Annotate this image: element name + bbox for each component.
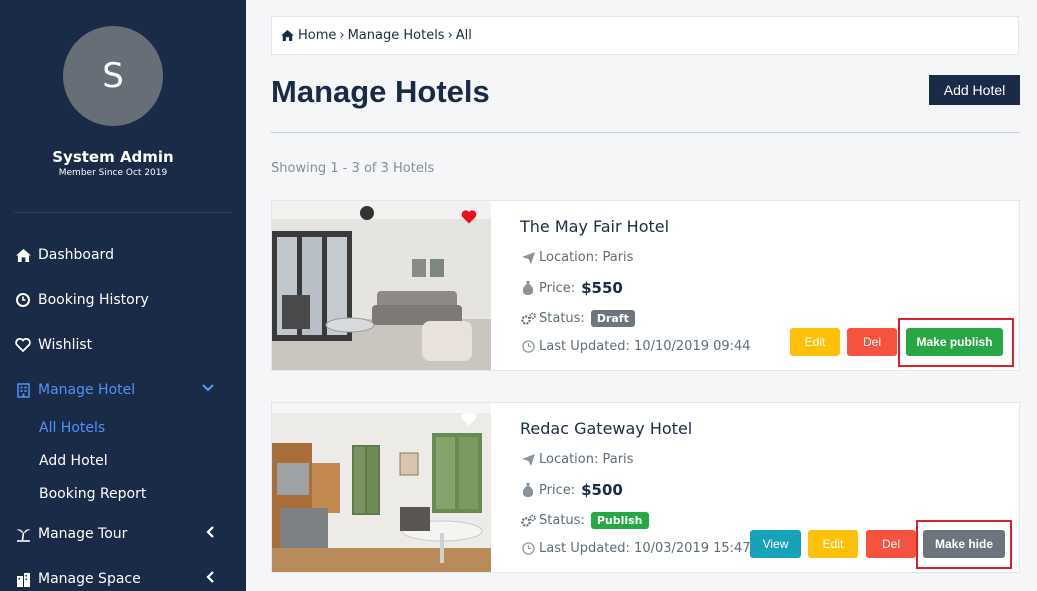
paper-plane-icon (520, 453, 536, 466)
gears-icon (520, 514, 536, 528)
breadcrumb: Home › Manage Hotels › All (271, 16, 1019, 55)
submenu-add-hotel[interactable]: Add Hotel (39, 453, 108, 469)
updated-text: Last Updated: 10/03/2019 15:47 (539, 541, 751, 556)
heart-filled-icon[interactable] (461, 209, 477, 228)
home-icon (14, 248, 32, 262)
edit-button[interactable]: Edit (808, 530, 858, 558)
money-bag-icon (520, 483, 536, 497)
sidebar-item-dashboard[interactable]: Dashboard (14, 244, 114, 266)
price-value: $550 (581, 279, 623, 297)
delete-button[interactable]: Del (866, 530, 916, 558)
breadcrumb-home[interactable]: Home (298, 28, 336, 43)
highlight-box (916, 520, 1012, 569)
clock-icon (520, 340, 536, 353)
home-icon (281, 30, 294, 41)
price-label: Price: (539, 482, 576, 498)
delete-button[interactable]: Del (847, 328, 897, 356)
breadcrumb-separator: › (339, 28, 345, 43)
palm-tree-icon (14, 527, 32, 542)
location-text: Location: Paris (539, 452, 634, 467)
price-value: $500 (581, 481, 623, 499)
sidebar: S System Admin Member Since Oct 2019 Das… (0, 0, 246, 591)
title-divider (271, 132, 1020, 133)
chevron-left-icon[interactable] (206, 526, 214, 542)
city-icon (14, 572, 32, 587)
sidebar-item-label: Booking History (38, 292, 149, 308)
clock-icon (520, 542, 536, 555)
hotel-card: Redac Gateway Hotel Location: Paris Pric… (271, 402, 1020, 573)
breadcrumb-manage-hotels[interactable]: Manage Hotels (348, 28, 445, 43)
sidebar-item-label: Manage Space (38, 571, 141, 587)
hotel-price: Price: $500 (520, 481, 623, 499)
status-badge: Publish (590, 512, 649, 529)
member-since: Member Since Oct 2019 (58, 168, 168, 178)
location-text: Location: Paris (539, 250, 634, 265)
paper-plane-icon (520, 251, 536, 264)
chevron-down-icon[interactable] (202, 381, 214, 396)
updated-text: Last Updated: 10/10/2019 09:44 (539, 339, 751, 354)
sidebar-item-label: Manage Tour (38, 526, 128, 542)
building-icon (14, 382, 32, 398)
price-label: Price: (539, 280, 576, 296)
sidebar-item-manage-tour[interactable]: Manage Tour (14, 523, 127, 545)
edit-button[interactable]: Edit (790, 328, 840, 356)
heart-outline-icon[interactable] (461, 411, 477, 430)
highlight-box (898, 318, 1014, 367)
sidebar-item-wishlist[interactable]: Wishlist (14, 334, 92, 356)
status-label: Status: (539, 513, 585, 528)
add-hotel-button[interactable]: Add Hotel (929, 75, 1020, 105)
sidebar-item-label: Wishlist (38, 337, 93, 353)
gears-icon (520, 312, 536, 326)
hotel-status: Status: Publish (520, 512, 649, 529)
sidebar-item-booking-history[interactable]: Booking History (14, 289, 149, 311)
clock-icon (14, 293, 32, 307)
hotel-name[interactable]: The May Fair Hotel (520, 217, 669, 236)
avatar: S (63, 26, 163, 126)
hotel-card: The May Fair Hotel Location: Paris Price… (271, 200, 1020, 371)
breadcrumb-current: All (455, 28, 472, 43)
results-count: Showing 1 - 3 of 3 Hotels (271, 161, 435, 176)
hotel-location: Location: Paris (520, 250, 633, 265)
hotel-price: Price: $550 (520, 279, 623, 297)
hotel-updated: Last Updated: 10/10/2019 09:44 (520, 339, 751, 354)
hotel-updated: Last Updated: 10/03/2019 15:47 (520, 541, 751, 556)
breadcrumb-separator: › (447, 28, 453, 43)
sidebar-item-manage-hotel[interactable]: Manage Hotel (14, 379, 232, 401)
hotel-photo[interactable] (272, 201, 491, 370)
sidebar-item-label: Manage Hotel (38, 382, 136, 398)
hotel-name[interactable]: Redac Gateway Hotel (520, 419, 692, 438)
page-title: Manage Hotels (271, 74, 490, 109)
sidebar-divider (14, 212, 232, 213)
submenu-all-hotels[interactable]: All Hotels (39, 420, 105, 436)
user-name: System Admin (52, 148, 174, 166)
submenu-booking-report[interactable]: Booking Report (39, 486, 146, 502)
sidebar-item-label: Dashboard (38, 247, 114, 263)
hotel-status: Status: Draft (520, 310, 635, 327)
hotel-location: Location: Paris (520, 452, 633, 467)
view-button[interactable]: View (750, 530, 801, 558)
hotel-photo[interactable] (272, 403, 491, 572)
status-badge: Draft (590, 310, 635, 327)
sidebar-item-manage-space[interactable]: Manage Space (14, 568, 141, 590)
chevron-left-icon[interactable] (206, 571, 214, 587)
money-bag-icon (520, 281, 536, 295)
status-label: Status: (539, 311, 585, 326)
heart-outline-icon (14, 338, 32, 352)
